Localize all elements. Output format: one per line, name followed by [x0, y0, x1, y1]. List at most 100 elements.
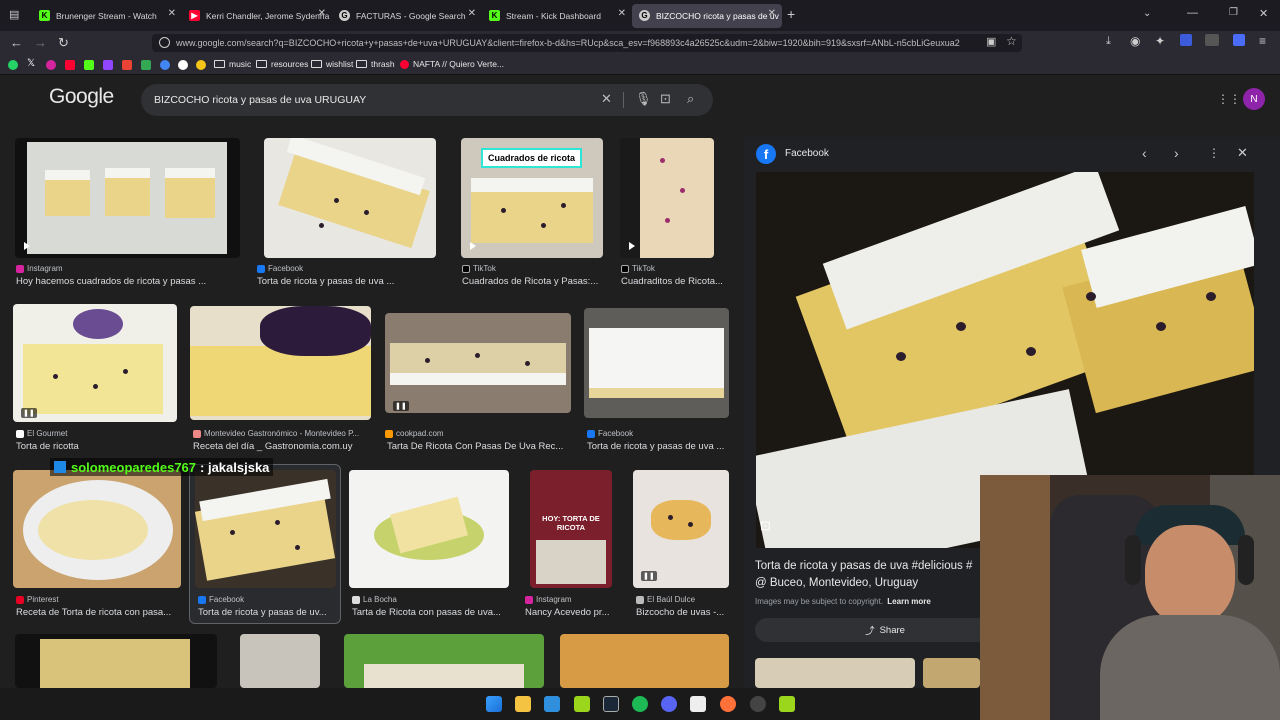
- result-image[interactable]: ❚❚: [13, 304, 177, 422]
- search-icon[interactable]: ⌕: [687, 91, 694, 107]
- whatsapp-icon[interactable]: [8, 60, 18, 70]
- result-title[interactable]: Bizcocho de uvas -...: [636, 607, 730, 618]
- windows-start-icon[interactable]: [486, 696, 502, 712]
- close-icon[interactable]: ✕: [318, 8, 326, 19]
- twitch-icon[interactable]: [103, 60, 113, 70]
- result-image[interactable]: [190, 306, 371, 420]
- cloud-icon[interactable]: [196, 60, 206, 70]
- result-title[interactable]: Tarta De Ricota Con Pasas De Uva Rec...: [387, 441, 572, 452]
- result-image[interactable]: ❚❚: [633, 470, 729, 588]
- result-title[interactable]: Torta de ricota y pasas de uva ...: [257, 276, 437, 287]
- extension-icon[interactable]: [160, 60, 170, 70]
- steam-icon[interactable]: [603, 696, 619, 712]
- result-image[interactable]: ❚❚: [385, 313, 571, 413]
- tab-kick-dashboard[interactable]: K Stream - Kick Dashboard ✕: [482, 4, 632, 28]
- window-close-icon[interactable]: ✕: [1259, 7, 1268, 20]
- clear-icon[interactable]: ✕: [601, 91, 612, 107]
- address-bar[interactable]: www.google.com/search?q=BIZCOCHO+ricota+…: [152, 34, 1022, 52]
- lens-search-icon[interactable]: ⊡: [760, 518, 771, 534]
- bookmark-folder-wishlist[interactable]: wishlist: [311, 59, 353, 69]
- site-info-icon[interactable]: [159, 37, 170, 48]
- tab-bizcocho[interactable]: G BIZCOCHO ricota y pasas de uv ✕: [632, 4, 782, 28]
- close-panel-icon[interactable]: ✕: [1237, 145, 1248, 161]
- reload-icon[interactable]: ↻: [58, 35, 69, 51]
- share-button[interactable]: ⤴ Share: [755, 618, 1015, 642]
- result-image[interactable]: [264, 138, 436, 258]
- bookmark-folder-music[interactable]: music: [214, 59, 251, 69]
- result-image[interactable]: [13, 470, 181, 588]
- gmail-icon[interactable]: [122, 60, 132, 70]
- microphone-icon[interactable]: 🎙: [635, 91, 652, 107]
- bookmark-folder-resources[interactable]: resources: [256, 59, 308, 69]
- extension-icon[interactable]: [1233, 34, 1245, 46]
- result-title[interactable]: Cuadrados de Ricota y Pasas:...: [462, 276, 604, 287]
- close-icon[interactable]: ✕: [768, 8, 776, 19]
- youtube-icon[interactable]: [65, 60, 75, 70]
- account-icon[interactable]: ◉: [1130, 34, 1140, 48]
- panel-title[interactable]: Torta de ricota y pasas de uva #deliciou…: [755, 560, 980, 572]
- result-title[interactable]: Cuadraditos de Ricota...: [621, 276, 726, 287]
- result-title[interactable]: Tarta de Ricota con pasas de uva...: [352, 607, 510, 618]
- new-tab-icon[interactable]: +: [787, 6, 795, 22]
- result-title[interactable]: Nancy Acevedo pr...: [525, 607, 620, 618]
- lens-icon[interactable]: ⊡: [660, 91, 671, 107]
- bookmark-star-icon[interactable]: ☆: [1006, 34, 1017, 48]
- result-title[interactable]: Receta del día _ Gastronomia.com.uy: [193, 441, 373, 452]
- drive-icon[interactable]: [141, 60, 151, 70]
- tab-list-icon[interactable]: ▤: [9, 8, 19, 21]
- bookmark-folder-thrash[interactable]: thrash: [356, 59, 395, 69]
- close-icon[interactable]: ✕: [468, 8, 476, 19]
- google-logo[interactable]: Google: [49, 85, 114, 109]
- menu-icon[interactable]: ≡: [1259, 34, 1266, 48]
- instagram-icon[interactable]: [46, 60, 56, 70]
- result-image[interactable]: [620, 138, 714, 258]
- extension-badge-icon[interactable]: [1205, 34, 1219, 46]
- close-icon[interactable]: ✕: [168, 8, 176, 19]
- forward-icon[interactable]: →: [34, 35, 47, 50]
- result-title[interactable]: Torta de ricota y pasas de uv...: [198, 607, 336, 618]
- obs-icon[interactable]: [750, 696, 766, 712]
- tab-brunenger[interactable]: K Brunenger Stream - Watch ✕: [32, 4, 182, 28]
- file-explorer-icon[interactable]: [515, 696, 531, 712]
- x-icon[interactable]: 𝕏: [27, 58, 35, 69]
- firefox-icon[interactable]: [720, 696, 736, 712]
- result-image[interactable]: HOY: TORTA DE RICOTA: [530, 470, 612, 588]
- related-image[interactable]: [923, 658, 980, 688]
- result-image[interactable]: [15, 634, 217, 688]
- avatar[interactable]: N: [1243, 88, 1265, 110]
- previous-icon[interactable]: ‹: [1142, 145, 1147, 161]
- reader-view-icon[interactable]: ▣: [986, 35, 996, 48]
- result-title[interactable]: Hoy hacemos cuadrados de ricota y pasas …: [16, 276, 240, 287]
- live-app-icon[interactable]: [574, 696, 590, 712]
- result-image[interactable]: [349, 470, 509, 588]
- result-title[interactable]: Torta de ricota y pasas de uva ...: [587, 441, 729, 452]
- close-icon[interactable]: ✕: [618, 8, 626, 19]
- extension-icon[interactable]: [1180, 34, 1192, 46]
- related-image[interactable]: [755, 658, 915, 688]
- result-image[interactable]: Cuadrados de ricota: [461, 138, 603, 258]
- live-app-icon[interactable]: [779, 696, 795, 712]
- chrome-icon[interactable]: [178, 60, 188, 70]
- search-input[interactable]: BIZCOCHO ricota y pasas de uva URUGUAY: [154, 94, 366, 106]
- result-title[interactable]: Torta de ricotta: [16, 441, 176, 452]
- search-box[interactable]: BIZCOCHO ricota y pasas de uva URUGUAY ✕…: [141, 84, 713, 116]
- result-image[interactable]: [195, 470, 336, 588]
- downloads-icon[interactable]: ⤓: [1106, 35, 1111, 48]
- list-all-tabs-icon[interactable]: ⌄: [1143, 8, 1151, 19]
- more-options-icon[interactable]: ⋮: [1208, 146, 1220, 160]
- next-icon[interactable]: ›: [1174, 145, 1179, 161]
- minimize-icon[interactable]: —: [1187, 7, 1198, 19]
- panel-source[interactable]: Facebook: [785, 148, 829, 159]
- extensions-icon[interactable]: ✦: [1155, 34, 1165, 48]
- back-icon[interactable]: ←: [10, 35, 23, 50]
- spotify-icon[interactable]: [632, 696, 648, 712]
- kick-icon[interactable]: [84, 60, 94, 70]
- result-title[interactable]: Receta de Torta de ricota con pasa...: [16, 607, 181, 618]
- learn-more-link[interactable]: Learn more: [887, 597, 931, 606]
- restore-icon[interactable]: ❐: [1229, 7, 1238, 18]
- result-image[interactable]: [15, 138, 240, 258]
- vscode-icon[interactable]: [544, 696, 560, 712]
- result-image[interactable]: [240, 634, 320, 688]
- result-image[interactable]: [344, 634, 544, 688]
- discord-icon[interactable]: [661, 696, 677, 712]
